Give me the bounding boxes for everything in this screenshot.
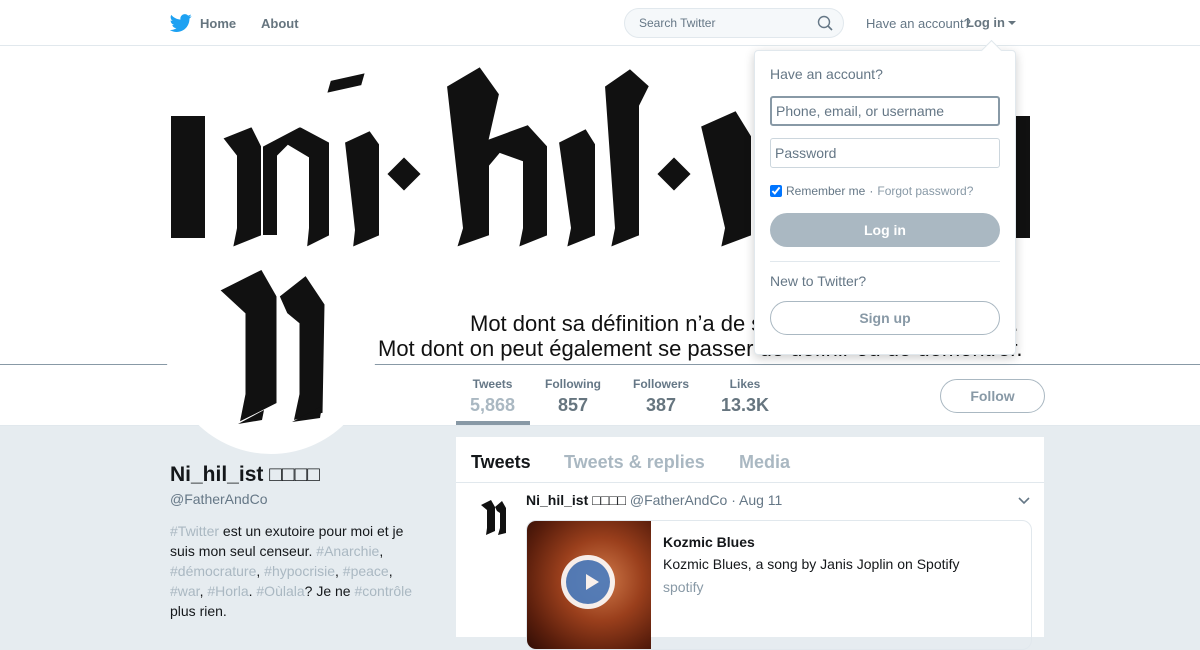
tab-tweets[interactable]: Tweets	[471, 452, 531, 473]
follow-button[interactable]: Follow	[940, 379, 1045, 413]
tweet-meta[interactable]: @FatherAndCo · Aug 11	[630, 492, 782, 508]
login-label: Log in	[966, 15, 1005, 30]
login-dropdown: Have an account? Remember me · Forgot pa…	[754, 50, 1016, 355]
bio-text: ,	[379, 543, 384, 559]
top-nav: Home About Have an account? Log in	[0, 0, 1200, 46]
bio-text: ,	[256, 563, 265, 579]
profile-name: Ni_hil_ist □□□□	[170, 463, 320, 486]
nav-about-link[interactable]: About	[261, 16, 299, 31]
bio-text: ,	[388, 563, 393, 579]
profile-handle[interactable]: @FatherAndCo	[170, 491, 267, 507]
hashtag-link[interactable]: #war	[170, 583, 200, 599]
separator-dot: ·	[869, 184, 874, 198]
stat-label: Likes	[729, 377, 761, 391]
password-field[interactable]	[770, 138, 1000, 168]
card-domain: spotify	[663, 579, 704, 595]
tweet-card[interactable]: Kozmic Blues Kozmic Blues, a song by Jan…	[526, 520, 1032, 650]
hashtag-link[interactable]: #démocrature	[170, 563, 256, 579]
bio-text: plus rien.	[170, 603, 227, 619]
card-title: Kozmic Blues	[663, 534, 755, 550]
login-dropdown-title: Have an account?	[770, 66, 883, 82]
stat-label: Following	[545, 377, 601, 391]
tweet-avatar[interactable]	[471, 495, 515, 539]
bio-text: ? Je ne	[304, 583, 355, 599]
profile-bio: #Twitter est un exutoire pour moi et je …	[170, 521, 420, 621]
chevron-down-icon[interactable]	[1018, 497, 1030, 505]
tab-media[interactable]: Media	[739, 452, 790, 473]
hashtag-link[interactable]: #Oùlala	[256, 583, 304, 599]
profile-avatar[interactable]	[166, 244, 376, 454]
play-icon[interactable]	[561, 555, 615, 609]
stat-followers[interactable]: Followers 387	[633, 377, 689, 416]
hashtag-link[interactable]: #Anarchie	[316, 543, 379, 559]
blackletter-n-logo	[215, 266, 328, 427]
remember-me-row: Remember me · Forgot password?	[770, 184, 973, 198]
have-account-text: Have an account?	[866, 16, 971, 31]
username-field[interactable]	[770, 96, 1000, 126]
hashtag-link[interactable]: #hypocrisie	[264, 563, 335, 579]
remember-me-label[interactable]: Remember me	[786, 184, 865, 198]
search-box[interactable]	[624, 8, 844, 38]
stat-likes[interactable]: Likes 13.3K	[721, 377, 769, 416]
stat-value: 857	[557, 395, 589, 415]
stat-value: 5,868	[470, 395, 516, 415]
search-input[interactable]	[637, 15, 811, 31]
stat-tweets[interactable]: Tweets 5,868	[470, 377, 515, 416]
nav-home-link[interactable]: Home	[170, 12, 236, 34]
tab-tweets-replies[interactable]: Tweets & replies	[564, 452, 705, 473]
stat-following[interactable]: Following 857	[545, 377, 601, 416]
stat-value: 13.3K	[721, 395, 770, 415]
timeline-tabs: Tweets Tweets & replies Media	[456, 437, 1044, 483]
hashtag-link[interactable]: #peace	[343, 563, 389, 579]
caret-down-icon	[1008, 20, 1016, 25]
remember-me-checkbox[interactable]	[770, 185, 782, 197]
nav-home-label: Home	[200, 15, 237, 31]
tweet-author-name[interactable]: Ni_hil_ist □□□□	[526, 492, 626, 508]
hashtag-link[interactable]: #contrôle	[354, 583, 412, 599]
hashtag-link[interactable]: #Horla	[207, 583, 248, 599]
forgot-password-link[interactable]: Forgot password?	[877, 184, 973, 198]
card-description: Kozmic Blues, a song by Janis Joplin on …	[663, 556, 960, 572]
stat-label: Tweets	[472, 377, 513, 391]
twitter-bird-icon	[170, 14, 192, 32]
card-thumbnail	[527, 521, 651, 649]
timeline: Tweets Tweets & replies Media Ni_hil_ist…	[456, 437, 1044, 650]
bio-text: ,	[335, 563, 343, 579]
signup-button[interactable]: Sign up	[770, 301, 1000, 335]
search-icon[interactable]	[817, 15, 833, 31]
banner-text-line1: Mot dont sa définition n’a de s	[470, 311, 763, 336]
active-stat-underline	[456, 421, 530, 425]
hashtag-link[interactable]: #Twitter	[170, 523, 219, 539]
blackletter-n-logo	[481, 500, 506, 535]
dropdown-divider	[770, 261, 1000, 262]
stat-label: Followers	[633, 377, 690, 391]
login-menu-link[interactable]: Log in	[966, 15, 1016, 30]
tweet-header: Ni_hil_ist □□□□ @FatherAndCo · Aug 11	[526, 492, 782, 508]
stat-value: 387	[645, 395, 677, 415]
login-button[interactable]: Log in	[770, 213, 1000, 247]
new-to-twitter-text: New to Twitter?	[770, 273, 867, 289]
